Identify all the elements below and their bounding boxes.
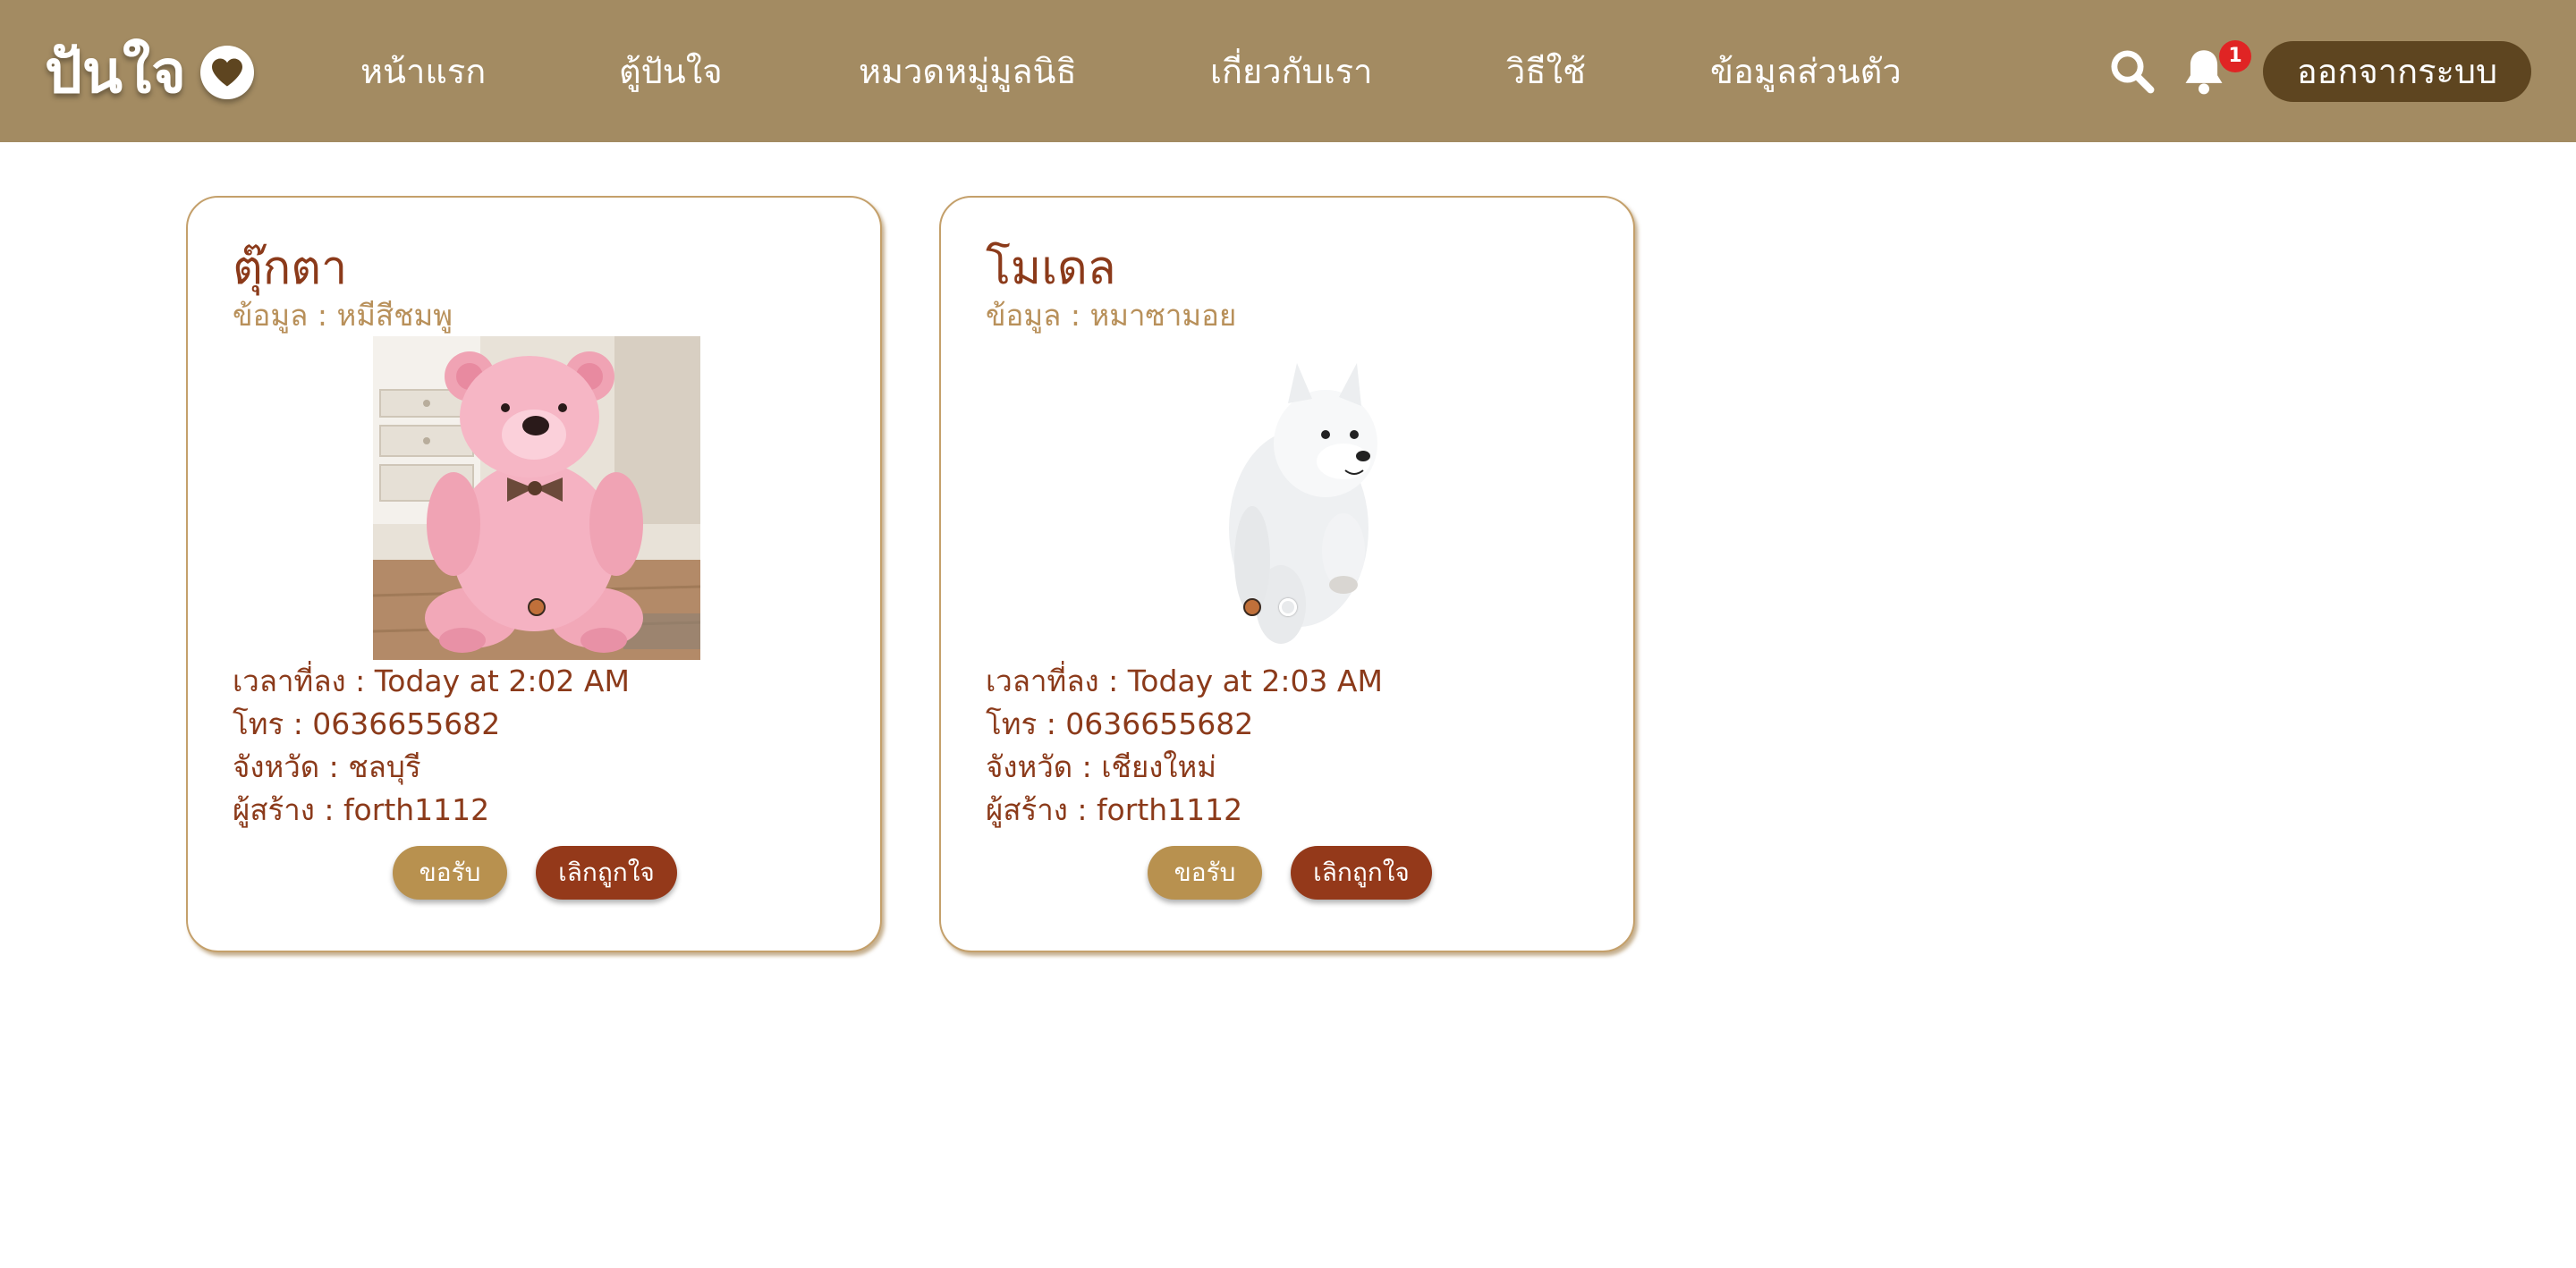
phone-number: โทร : 0636655682 bbox=[986, 706, 1254, 741]
nav-profile[interactable]: ข้อมูลส่วนตัว bbox=[1710, 45, 1902, 98]
carousel-dot-2[interactable] bbox=[1279, 598, 1297, 616]
brand-name: ปันใจ bbox=[45, 38, 186, 106]
item-card: ตุ๊กตา ข้อมูล : หมีสีชมพู เวลาที่ลง: To… bbox=[186, 196, 882, 952]
request-button[interactable]: ขอรับ bbox=[1148, 846, 1262, 900]
card-info: ข้อมูล : หมีสีชมพู bbox=[233, 298, 453, 333]
unlike-button[interactable]: เลิกถูกใจ bbox=[1291, 846, 1432, 900]
nav-how-to-use[interactable]: วิธีใช้ bbox=[1506, 45, 1586, 98]
card-title: ตุ๊กตา bbox=[233, 241, 348, 295]
nav-about-us[interactable]: เกี่ยวกับเรา bbox=[1210, 45, 1372, 98]
request-button[interactable]: ขอรับ bbox=[393, 846, 507, 900]
phone-number: โทร : 0636655682 bbox=[233, 706, 501, 741]
item-card: โมเดล ข้อมูล : หมาซามอย เวลาที่ลง : Toda… bbox=[939, 196, 1635, 952]
item-image[interactable] bbox=[1191, 336, 1451, 660]
carousel-dot-1[interactable] bbox=[528, 598, 546, 616]
navbar: ปันใจ หน้าแรก ตู้ปันใจ หมวดหมู่มูลนิธิ เ… bbox=[0, 0, 2576, 142]
posted-time: เวลาที่ลง : Today at 2:03 AM bbox=[986, 664, 1383, 698]
logout-button[interactable]: ออกจากระบบ bbox=[2263, 41, 2531, 102]
search-icon[interactable] bbox=[2107, 46, 2156, 98]
card-info: ข้อมูล : หมาซามอย bbox=[986, 298, 1237, 333]
nav-foundation-categories[interactable]: หมวดหมู่มูลนิธิ bbox=[859, 45, 1077, 98]
creator: ผู้สร้าง : forth1112 bbox=[233, 792, 490, 827]
card-title: โมเดล bbox=[986, 241, 1116, 295]
nav-home[interactable]: หน้าแรก bbox=[360, 45, 486, 98]
posted-time: เวลาที่ลง : Today at 2:02 AM bbox=[233, 664, 630, 698]
unlike-button[interactable]: เลิกถูกใจ bbox=[536, 846, 677, 900]
creator: ผู้สร้าง : forth1112 bbox=[986, 792, 1243, 827]
notification-badge: 1 bbox=[2219, 40, 2251, 72]
province: จังหวัด : เชียงใหม่ bbox=[986, 749, 1217, 784]
carousel-dot-1[interactable] bbox=[1243, 598, 1261, 616]
province: จังหวัด : ชลบุรี bbox=[233, 749, 421, 784]
heart-icon bbox=[199, 46, 254, 99]
brand-logo[interactable]: ปันใจ bbox=[45, 32, 254, 113]
nav-donation-box[interactable]: ตู้ปันใจ bbox=[619, 45, 723, 98]
